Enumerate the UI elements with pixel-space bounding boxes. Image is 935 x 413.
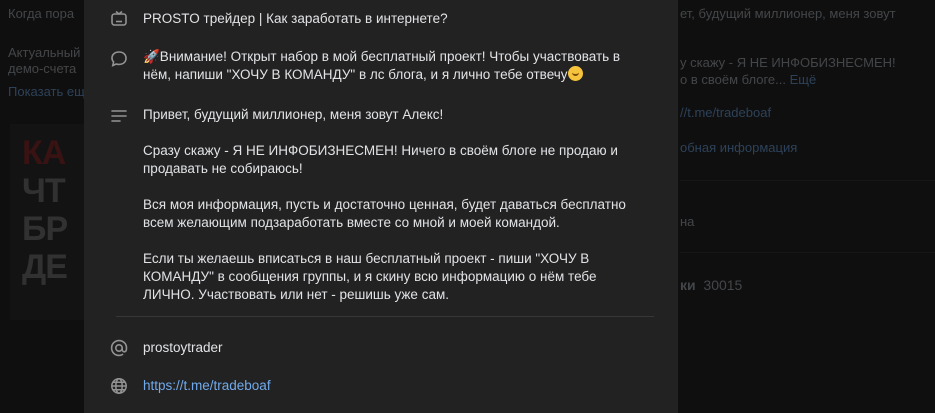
community-info-modal: PROSTO трейдер | Как заработать в интерн… — [84, 0, 678, 413]
text-lines-icon — [108, 105, 130, 127]
description-paragraph: Привет, будущий миллионер, меня зовут Ал… — [143, 107, 444, 122]
tv-icon — [108, 8, 130, 30]
at-sign-icon — [108, 337, 130, 359]
description-paragraph: Если ты желаешь вписаться в наш бесплатн… — [143, 251, 597, 302]
wink-emoji-icon — [567, 66, 583, 81]
community-title: PROSTO трейдер | Как заработать в интерн… — [143, 11, 448, 26]
username: prostoytrader — [143, 340, 223, 355]
community-description: Привет, будущий миллионер, меня зовут Ал… — [143, 106, 648, 322]
chat-bubble-icon — [108, 48, 130, 70]
divider — [116, 316, 654, 317]
description-paragraph: Сразу скажу - Я НЕ ИНФОБИЗНЕСМЕН! Ничего… — [143, 143, 618, 176]
website-link[interactable]: https://t.me/tradeboaf — [143, 377, 648, 395]
description-paragraph: Вся моя информация, пусть и достаточно ц… — [143, 197, 626, 230]
globe-icon — [108, 375, 130, 397]
status-announcement: 🚀Внимание! Открыт набор в мой бесплатный… — [143, 49, 621, 82]
